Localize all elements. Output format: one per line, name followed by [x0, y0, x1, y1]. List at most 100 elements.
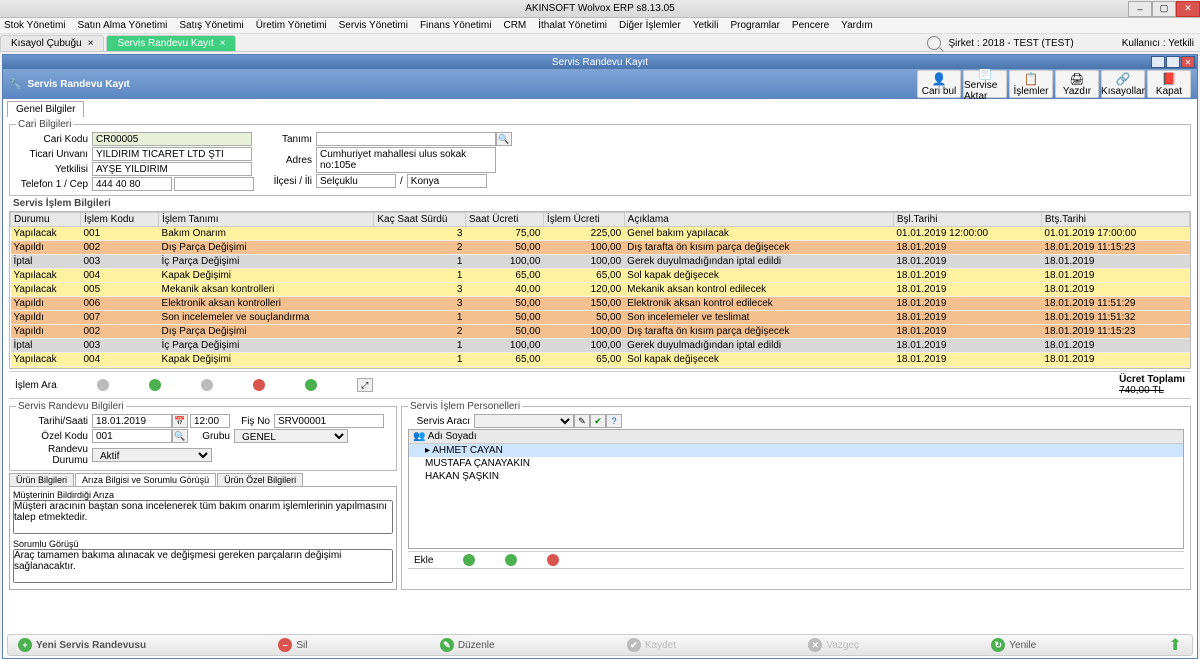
person-item[interactable]: MUSTAFA ÇANAYAKIN: [409, 457, 1183, 470]
menu-satış-yönetimi[interactable]: Satış Yönetimi: [179, 20, 243, 31]
subtab-0[interactable]: Ürün Bilgileri: [9, 473, 74, 486]
durum-select[interactable]: Aktif: [92, 448, 212, 462]
menu-yetkili[interactable]: Yetkili: [693, 20, 719, 31]
table-row[interactable]: İptal003İç Parça Değişimi1100,00100,00Ge…: [11, 339, 1190, 353]
menu-stok-yönetimi[interactable]: Stok Yönetimi: [4, 20, 66, 31]
col-header[interactable]: İşlem Kodu: [80, 213, 158, 227]
telefon1-input[interactable]: [92, 177, 172, 191]
person-add-icon[interactable]: [463, 554, 475, 566]
edit-icon[interactable]: ✎: [574, 414, 590, 428]
islem-ara-label[interactable]: İşlem Ara: [15, 380, 57, 391]
ticari-unvan-input[interactable]: [92, 147, 252, 161]
cari-bul-button[interactable]: 👤Cari bul: [917, 70, 961, 98]
subtab-2[interactable]: Ürün Özel Bilgileri: [217, 473, 303, 486]
close-button[interactable]: ✕: [1176, 1, 1200, 17]
tab-servis-randevu-kayıt[interactable]: Servis Randevu Kayıt×: [106, 35, 236, 51]
servis-araci-select[interactable]: [474, 414, 574, 428]
gorus-textarea[interactable]: Araç tamamen bakıma alınacak ve değişmes…: [13, 549, 393, 583]
person-del-icon[interactable]: [547, 554, 559, 566]
tarih-input[interactable]: [92, 414, 172, 428]
cep-input[interactable]: [174, 177, 254, 191]
up-arrow-button[interactable]: ⬆: [1169, 635, 1182, 655]
menu-i̇thalat-yönetimi[interactable]: İthalat Yönetimi: [538, 20, 607, 31]
yetkili-input[interactable]: [92, 162, 252, 176]
yeni-button[interactable]: +Yeni Servis Randevusu: [18, 638, 146, 652]
menu-finans-yönetimi[interactable]: Finans Yönetimi: [420, 20, 492, 31]
col-header[interactable]: Kaç Saat Sürdü: [374, 213, 466, 227]
table-row[interactable]: Yapıldı002Dış Parça Değişimi250,00100,00…: [11, 325, 1190, 339]
fisno-input[interactable]: [274, 414, 384, 428]
menu-pencere[interactable]: Pencere: [792, 20, 829, 31]
col-header[interactable]: İşlem Ücreti: [543, 213, 624, 227]
kapat-button[interactable]: 📕Kapat: [1147, 70, 1191, 98]
menu-satın-alma-yönetimi[interactable]: Satın Alma Yönetimi: [78, 20, 168, 31]
person-item[interactable]: HAKAN ŞAŞKIN: [409, 470, 1183, 483]
grup-select[interactable]: GENEL: [234, 429, 348, 443]
table-row[interactable]: Yapılacak005Mekanik aksan kontrolleri340…: [11, 283, 1190, 297]
filter-dot-3[interactable]: [201, 379, 213, 391]
expand-icon[interactable]: ⤢: [357, 378, 373, 392]
ozelkod-input[interactable]: [92, 429, 172, 443]
col-header[interactable]: Açıklama: [624, 213, 893, 227]
yenile-button[interactable]: ↻Yenile: [991, 638, 1036, 652]
filter-dot-4[interactable]: [253, 379, 265, 391]
tab-kısayol-çubuğu[interactable]: Kısayol Çubuğu×: [0, 35, 104, 51]
ilce-input[interactable]: [316, 174, 396, 188]
menu-crm[interactable]: CRM: [503, 20, 526, 31]
table-row[interactable]: Yapılacak005Mekanik aksan kontrolleri340…: [11, 367, 1190, 370]
filter-dot-2[interactable]: [149, 379, 161, 391]
table-row[interactable]: Yapıldı007Son incelemeler ve souçlandırm…: [11, 311, 1190, 325]
menu-yardım[interactable]: Yardım: [841, 20, 873, 31]
il-input[interactable]: [407, 174, 487, 188]
menu-servis-yönetimi[interactable]: Servis Yönetimi: [339, 20, 408, 31]
table-row[interactable]: Yapılacak001Bakım Onarım375,00225,00Gene…: [11, 227, 1190, 241]
table-row[interactable]: Yapıldı002Dış Parça Değişimi250,00100,00…: [11, 241, 1190, 255]
duzenle-button[interactable]: ✎Düzenle: [440, 638, 495, 652]
minimize-button[interactable]: –: [1128, 1, 1152, 17]
filter-dot-5[interactable]: [305, 379, 317, 391]
ekle-button[interactable]: Ekle: [414, 555, 433, 566]
calendar-icon[interactable]: 📅: [172, 414, 188, 428]
help-icon[interactable]: ?: [606, 414, 622, 428]
personel-list[interactable]: 👥 Adı Soyadı ▸ AHMET CAYANMUSTAFA ÇANAYA…: [408, 429, 1184, 549]
vazgec-button[interactable]: ✕Vazgeç: [808, 638, 859, 652]
col-header[interactable]: İşlem Tanımı: [159, 213, 374, 227]
col-header[interactable]: Bşl.Tarihi: [893, 213, 1041, 227]
person-item[interactable]: ▸ AHMET CAYAN: [409, 444, 1183, 457]
search-icon[interactable]: [927, 36, 941, 50]
check-icon[interactable]: ✔: [590, 414, 606, 428]
filter-dot-1[interactable]: [97, 379, 109, 391]
ozelkod-search-icon[interactable]: 🔍: [172, 429, 188, 443]
tab-close-icon[interactable]: ×: [220, 38, 226, 49]
menu-üretim-yönetimi[interactable]: Üretim Yönetimi: [256, 20, 327, 31]
adres-input[interactable]: Cumhuriyet mahallesi ulus sokak no:105e: [316, 147, 496, 173]
col-header[interactable]: Durumu: [11, 213, 81, 227]
child-minimize[interactable]: –: [1151, 56, 1165, 68]
tanim-input[interactable]: [316, 132, 496, 146]
col-header[interactable]: Btş.Tarihi: [1041, 213, 1189, 227]
tab-genel-bilgiler[interactable]: Genel Bilgiler: [7, 101, 84, 117]
subtab-1[interactable]: Arıza Bilgisi ve Sorumlu Görüşü: [75, 473, 216, 486]
yazdir-button[interactable]: 🖨Yazdır: [1055, 70, 1099, 98]
table-row[interactable]: Yapılacak004Kapak Değişimi165,0065,00Sol…: [11, 269, 1190, 283]
ariza-textarea[interactable]: Müşteri aracının baştan sona incelenerek…: [13, 500, 393, 534]
table-row[interactable]: Yapıldı006Elektronik aksan kontrolleri35…: [11, 297, 1190, 311]
tab-close-icon[interactable]: ×: [88, 38, 94, 49]
sil-button[interactable]: –Sil: [278, 638, 307, 652]
menu-diğer-i̇şlemler[interactable]: Diğer İşlemler: [619, 20, 681, 31]
kaydet-button[interactable]: ✔Kaydet: [627, 638, 676, 652]
saat-input[interactable]: [190, 414, 230, 428]
child-maximize[interactable]: ▢: [1166, 56, 1180, 68]
child-close[interactable]: ✕: [1181, 56, 1195, 68]
cari-kodu-input[interactable]: [92, 132, 252, 146]
islem-grid[interactable]: Durumuİşlem Koduİşlem TanımıKaç Saat Sür…: [9, 211, 1191, 369]
maximize-button[interactable]: ▢: [1152, 1, 1176, 17]
menu-programlar[interactable]: Programlar: [730, 20, 779, 31]
table-row[interactable]: Yapılacak004Kapak Değişimi165,0065,00Sol…: [11, 353, 1190, 367]
tanim-search-icon[interactable]: 🔍: [496, 132, 512, 146]
col-header[interactable]: Saat Ücreti: [465, 213, 543, 227]
islemler-button[interactable]: 📋İşlemler: [1009, 70, 1053, 98]
servise-aktar-button[interactable]: 📄Servise Aktar: [963, 70, 1007, 98]
table-row[interactable]: İptal003İç Parça Değişimi1100,00100,00Ge…: [11, 255, 1190, 269]
kisayollar-button[interactable]: 🔗Kısayollar: [1101, 70, 1145, 98]
